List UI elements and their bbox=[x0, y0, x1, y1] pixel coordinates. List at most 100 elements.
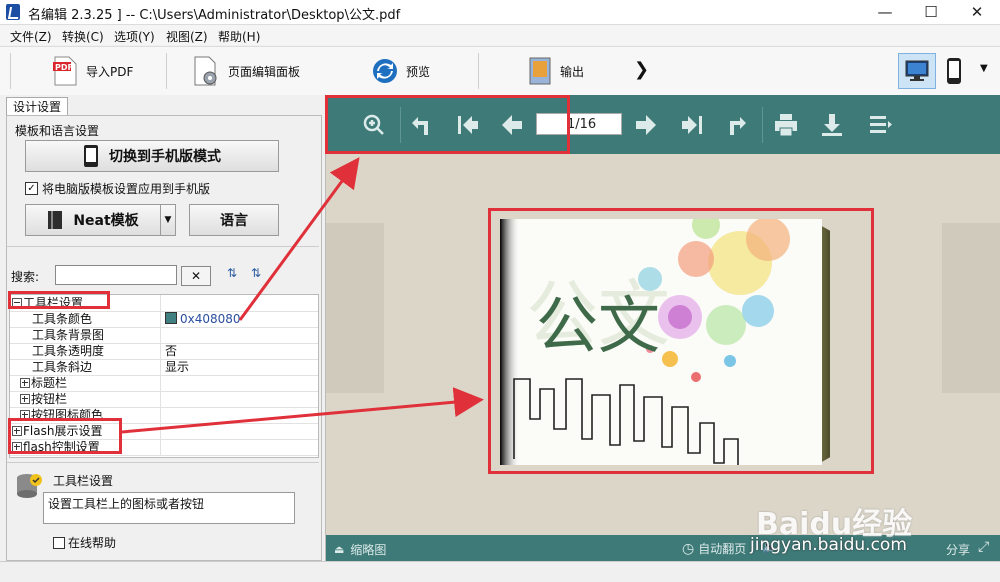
template-dropdown-button[interactable]: ▼ bbox=[160, 204, 176, 236]
expand-icon[interactable] bbox=[20, 378, 30, 388]
property-value[interactable]: 0x408080 bbox=[160, 311, 315, 327]
desktop-mode-button[interactable] bbox=[898, 53, 936, 89]
import-pdf-label: 导入PDF bbox=[86, 64, 134, 79]
phone-icon bbox=[84, 145, 98, 167]
property-key-label: 标题栏 bbox=[31, 376, 68, 390]
import-pdf-button[interactable]: PDF 导入PDF bbox=[52, 54, 133, 88]
redo-icon[interactable] bbox=[722, 111, 750, 139]
svg-text:PDF: PDF bbox=[55, 63, 73, 72]
main-toolbar: PDF 导入PDF 页面编辑面板 预览 输出 ❯ ▼ bbox=[0, 46, 1000, 96]
online-help-checkbox[interactable]: 在线帮助 bbox=[53, 534, 116, 551]
property-key: 按钮栏 bbox=[20, 391, 67, 407]
output-button[interactable]: 输出 bbox=[528, 54, 584, 88]
prev-page-side-arrow[interactable] bbox=[326, 223, 384, 393]
menu-view[interactable]: 视图(Z) bbox=[166, 28, 208, 45]
property-row[interactable]: 按钮栏 bbox=[10, 391, 318, 408]
menu-bar: 文件(Z) 转换(C) 选项(Y) 视图(Z) 帮助(H) bbox=[0, 25, 1000, 45]
preview-toolbar-separator bbox=[762, 107, 763, 143]
color-swatch bbox=[165, 312, 177, 324]
property-key-label: 工具条背景图 bbox=[32, 328, 105, 342]
menu-convert[interactable]: 转换(C) bbox=[62, 28, 104, 45]
annotation-box-toolbar-settings bbox=[8, 291, 110, 309]
property-row[interactable]: 工具条颜色 0x408080 bbox=[10, 311, 318, 328]
property-value[interactable] bbox=[160, 407, 315, 423]
search-input[interactable] bbox=[55, 265, 177, 285]
property-key-label: 按钮栏 bbox=[31, 392, 68, 406]
property-row[interactable]: 标题栏 bbox=[10, 375, 318, 392]
page-gear-icon bbox=[194, 56, 217, 86]
checkbox-checked-icon: ✓ bbox=[25, 182, 38, 195]
panel-body: 模板和语言设置 切换到手机版模式 ✓ 将电脑版模板设置应用到手机版 Neat模板… bbox=[6, 115, 322, 561]
property-value[interactable] bbox=[160, 295, 315, 311]
preview-button[interactable]: 预览 bbox=[372, 54, 430, 88]
toolbar-more-button[interactable]: ❯ bbox=[634, 59, 649, 80]
property-value[interactable] bbox=[160, 423, 315, 439]
mode-dropdown-icon[interactable]: ▼ bbox=[980, 63, 988, 74]
language-button[interactable]: 语言 bbox=[189, 204, 279, 236]
window-title: 名编辑 2.3.25 ] -- C:\Users\Administrator\D… bbox=[28, 8, 401, 23]
property-row[interactable]: 工具条斜边 显示 bbox=[10, 359, 318, 376]
preview-label: 预览 bbox=[406, 64, 431, 79]
app-icon bbox=[6, 4, 20, 20]
help-text-box: 设置工具栏上的图标或者按钮 bbox=[43, 492, 295, 524]
template-book-icon bbox=[48, 211, 63, 229]
expand-icon[interactable] bbox=[20, 394, 30, 404]
minimize-button[interactable]: — bbox=[862, 0, 908, 24]
property-row[interactable]: 工具条透明度 否 bbox=[10, 343, 318, 360]
next-page-side-arrow[interactable] bbox=[942, 223, 1000, 393]
annotation-box-book bbox=[488, 208, 874, 474]
property-key: 工具条透明度 bbox=[32, 343, 104, 359]
tab-design-settings[interactable]: 设计设置 bbox=[6, 97, 68, 116]
fullscreen-icon[interactable]: ⤢ bbox=[978, 539, 989, 555]
annotation-box-flash-settings bbox=[8, 418, 122, 454]
sort-asc-icon[interactable]: ⇅ bbox=[227, 266, 237, 280]
output-label: 输出 bbox=[560, 64, 585, 79]
last-page-icon[interactable] bbox=[678, 111, 706, 139]
property-value[interactable]: 显示 bbox=[160, 359, 315, 375]
property-value[interactable]: 否 bbox=[160, 343, 315, 359]
refresh-globe-icon bbox=[373, 59, 397, 83]
mobile-mode-button[interactable] bbox=[944, 57, 964, 88]
clear-search-button[interactable]: ✕ bbox=[181, 266, 211, 286]
toolbar-separator bbox=[166, 53, 167, 89]
help-title: 工具栏设置 bbox=[53, 474, 114, 488]
property-value[interactable] bbox=[160, 439, 315, 455]
property-value[interactable] bbox=[160, 327, 315, 343]
property-key-label: 工具条透明度 bbox=[32, 344, 105, 358]
sort-desc-icon[interactable]: ⇅ bbox=[251, 266, 261, 280]
clear-x-icon: ✕ bbox=[190, 269, 202, 283]
share-label[interactable]: 分享 bbox=[946, 541, 970, 558]
property-row[interactable]: 工具条背景图 bbox=[10, 327, 318, 344]
toolbar-separator bbox=[10, 53, 11, 89]
property-key-label: 工具条斜边 bbox=[32, 360, 93, 374]
template-name: Neat模板 bbox=[73, 213, 139, 229]
property-value-label: 否 bbox=[165, 344, 178, 358]
watermark-url: jingyan.baidu.com bbox=[750, 535, 907, 555]
switch-mobile-button[interactable]: 切换到手机版模式 bbox=[25, 140, 279, 172]
template-select-button[interactable]: Neat模板 bbox=[25, 204, 161, 236]
menu-help[interactable]: 帮助(H) bbox=[218, 28, 260, 45]
print-icon[interactable] bbox=[772, 111, 800, 139]
download-icon[interactable] bbox=[818, 111, 846, 139]
menu-file[interactable]: 文件(Z) bbox=[10, 28, 52, 45]
maximize-button[interactable]: ☐ bbox=[908, 0, 954, 24]
menu-list-icon[interactable] bbox=[866, 111, 894, 139]
thumbnails-button[interactable]: ⏏ 缩略图 bbox=[334, 541, 386, 558]
next-page-icon[interactable] bbox=[632, 111, 660, 139]
property-value[interactable] bbox=[160, 391, 315, 407]
monitor-icon bbox=[905, 60, 929, 81]
page-editor-button[interactable]: 页面编辑面板 bbox=[192, 54, 300, 88]
toolbar-separator bbox=[478, 53, 479, 89]
property-key: 工具条斜边 bbox=[32, 359, 92, 375]
autoflip-button[interactable]: ◷ 自动翻页 bbox=[682, 540, 746, 557]
menu-options[interactable]: 选项(Y) bbox=[114, 28, 155, 45]
property-key: 工具条背景图 bbox=[32, 327, 104, 343]
close-button[interactable]: ✕ bbox=[954, 0, 1000, 24]
apply-to-mobile-label: 将电脑版模板设置应用到手机版 bbox=[42, 182, 211, 196]
apply-to-mobile-checkbox[interactable]: ✓ 将电脑版模板设置应用到手机版 bbox=[25, 180, 210, 197]
property-key: 标题栏 bbox=[20, 375, 67, 391]
property-value[interactable] bbox=[160, 375, 315, 391]
annotation-box-toolbar bbox=[325, 95, 570, 154]
search-label: 搜索: bbox=[11, 270, 40, 284]
property-value-label: 显示 bbox=[165, 360, 190, 374]
